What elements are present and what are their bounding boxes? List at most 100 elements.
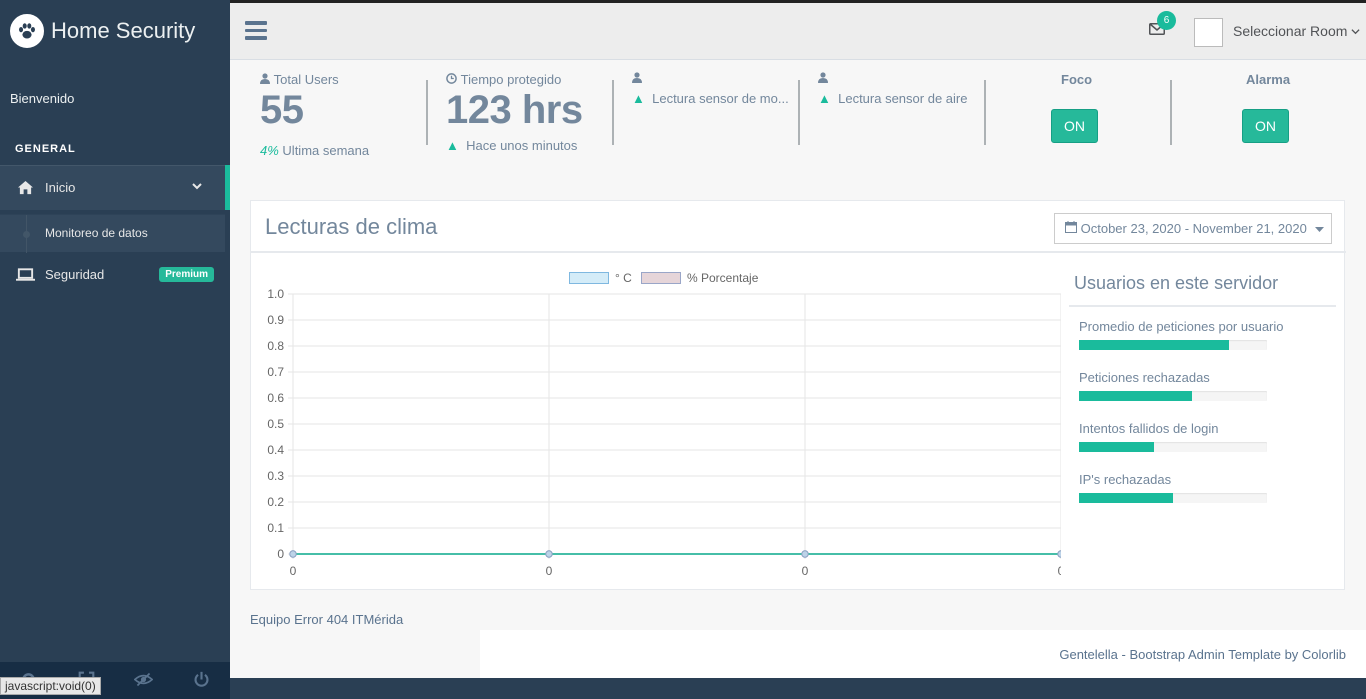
progress-fill — [1079, 493, 1173, 503]
y-tick-label: 0 — [277, 547, 284, 561]
user-icon — [632, 72, 642, 83]
tile-sensor-movimiento: ▲ Lectura sensor de mo... — [632, 60, 797, 170]
y-tick-label: 0.2 — [267, 495, 284, 509]
data-point — [289, 550, 297, 558]
caret-up-icon: ▲ — [632, 91, 645, 106]
footer: Gentelella - Bootstrap Admin Template by… — [480, 630, 1366, 678]
server-stat-label: Peticiones rechazadas — [1079, 370, 1210, 385]
panel-title: Lecturas de clima — [265, 214, 438, 239]
tile-sub: ▲ Lectura sensor de aire — [818, 91, 968, 106]
y-tick-label: 0.3 — [267, 469, 284, 483]
tile-divider — [798, 80, 800, 145]
tile-divider — [612, 80, 614, 145]
sidebar-item-seguridad[interactable]: Seguridad Premium — [0, 252, 230, 297]
home-icon — [15, 179, 35, 197]
caret-down-icon — [1314, 221, 1324, 236]
user-icon — [260, 72, 270, 87]
y-tick-label: 0.4 — [267, 443, 284, 457]
tile-divider — [984, 80, 986, 145]
server-stat-label: Intentos fallidos de login — [1079, 421, 1219, 436]
clima-panel: Lecturas de clima October 23, 2020 - Nov… — [250, 200, 1346, 590]
clima-chart: 1.00.90.80.70.60.50.40.30.20.100000 — [267, 287, 1061, 578]
server-title: Usuarios en este servidor — [1074, 273, 1279, 293]
submenu-bullet — [23, 231, 30, 238]
power-icon — [193, 671, 210, 691]
foco-title: Foco — [1061, 72, 1093, 87]
percent-change: 4% — [260, 143, 279, 158]
y-tick-label: 0.8 — [267, 339, 284, 353]
footer-credit[interactable]: Gentelella - Bootstrap Admin Template by… — [1059, 647, 1346, 662]
server-stat-label: Promedio de peticiones por usuario — [1079, 319, 1284, 334]
data-point — [801, 550, 809, 558]
data-point — [545, 550, 553, 558]
main-content: Total Users 55 4% Ultima semana Tiempo p… — [230, 60, 1366, 678]
lock-button[interactable] — [115, 662, 173, 699]
data-point — [1057, 550, 1061, 558]
tile-sub: ▲ Hace unos minutos — [446, 138, 578, 153]
calendar-icon — [1065, 221, 1077, 236]
x-tick-label: 0 — [290, 564, 297, 578]
progress-fill — [1079, 391, 1192, 401]
bottom-strip — [230, 678, 1366, 699]
x-tick-label: 0 — [546, 564, 553, 578]
tile-value: 55 — [260, 88, 304, 132]
progress-fill — [1079, 442, 1155, 452]
laptop-icon — [15, 266, 35, 284]
server-stat-progress — [1079, 340, 1267, 350]
tile-sub: 4% Ultima semana — [260, 143, 370, 158]
alarma-toggle-button[interactable]: ON — [1242, 109, 1289, 143]
daterange-text: October 23, 2020 - November 21, 2020 — [1080, 221, 1307, 236]
tile-sensor-aire: ▲ Lectura sensor de aire — [818, 60, 983, 170]
avatar[interactable] — [1194, 18, 1223, 47]
y-tick-label: 0.5 — [267, 417, 284, 431]
y-tick-label: 0.7 — [267, 365, 284, 379]
sidebar-item-label: Inicio — [45, 180, 76, 195]
brand-title: Home Security — [51, 18, 196, 43]
eye-slash-icon — [133, 671, 154, 691]
sidebar: Home Security Bienvenido GENERAL Inicio … — [0, 0, 230, 699]
chevron-down-icon — [191, 180, 203, 195]
tile-total-users: Total Users 55 4% Ultima semana — [260, 60, 420, 170]
y-tick-label: 0.1 — [267, 521, 284, 535]
clock-icon — [446, 72, 457, 87]
user-icon — [818, 72, 828, 83]
daterange-picker[interactable]: October 23, 2020 - November 21, 2020 — [1054, 213, 1332, 244]
sidebar-subitem-label: Monitoreo de datos — [45, 226, 148, 240]
server-stat-progress — [1079, 442, 1267, 452]
tile-sub: ▲ Lectura sensor de mo... — [632, 91, 789, 106]
caret-up-icon: ▲ — [818, 91, 831, 106]
caret-up-icon: ▲ — [446, 138, 459, 153]
x-tick-label: 0 — [1058, 564, 1061, 578]
menu-section-title: GENERAL — [15, 143, 76, 155]
server-stat-label: IP's rechazadas — [1079, 472, 1172, 487]
footer-team: Equipo Error 404 ITMérida — [250, 612, 404, 627]
server-stat-progress — [1079, 391, 1267, 401]
panel-divider — [251, 251, 1346, 253]
sidebar-subitem-monitoreo[interactable]: Monitoreo de datos — [0, 214, 225, 253]
tile-divider — [1170, 80, 1172, 145]
top-navbar: 6 Seleccionar Room — [230, 0, 1366, 60]
paw-icon — [10, 14, 44, 48]
foco-toggle-button[interactable]: ON — [1051, 109, 1098, 143]
tile-value: 123 hrs — [446, 88, 583, 132]
y-tick-label: 1.0 — [267, 287, 284, 301]
chevron-down-icon — [1351, 23, 1360, 39]
tile-label: Tiempo protegido — [446, 72, 561, 87]
sidebar-item-inicio[interactable]: Inicio — [0, 165, 230, 210]
browser-status-bar: javascript:void(0) — [0, 677, 101, 695]
alarma-title: Alarma — [1246, 72, 1291, 87]
room-selector[interactable]: Seleccionar Room — [1233, 23, 1360, 39]
x-tick-label: 0 — [802, 564, 809, 578]
premium-badge: Premium — [159, 267, 214, 282]
room-selector-label: Seleccionar Room — [1233, 23, 1348, 39]
tile-divider — [426, 80, 428, 145]
y-tick-label: 0.6 — [267, 391, 284, 405]
tile-tiempo-protegido: Tiempo protegido 123 hrs ▲ Hace unos min… — [446, 60, 616, 170]
sidebar-item-label: Seguridad — [45, 267, 105, 282]
brand-link[interactable]: Home Security — [0, 0, 230, 62]
server-divider — [1069, 305, 1336, 307]
server-stat-progress — [1079, 493, 1267, 503]
logout-button[interactable] — [173, 662, 231, 699]
menu-toggle-icon[interactable] — [245, 21, 267, 40]
y-tick-label: 0.9 — [267, 313, 284, 327]
